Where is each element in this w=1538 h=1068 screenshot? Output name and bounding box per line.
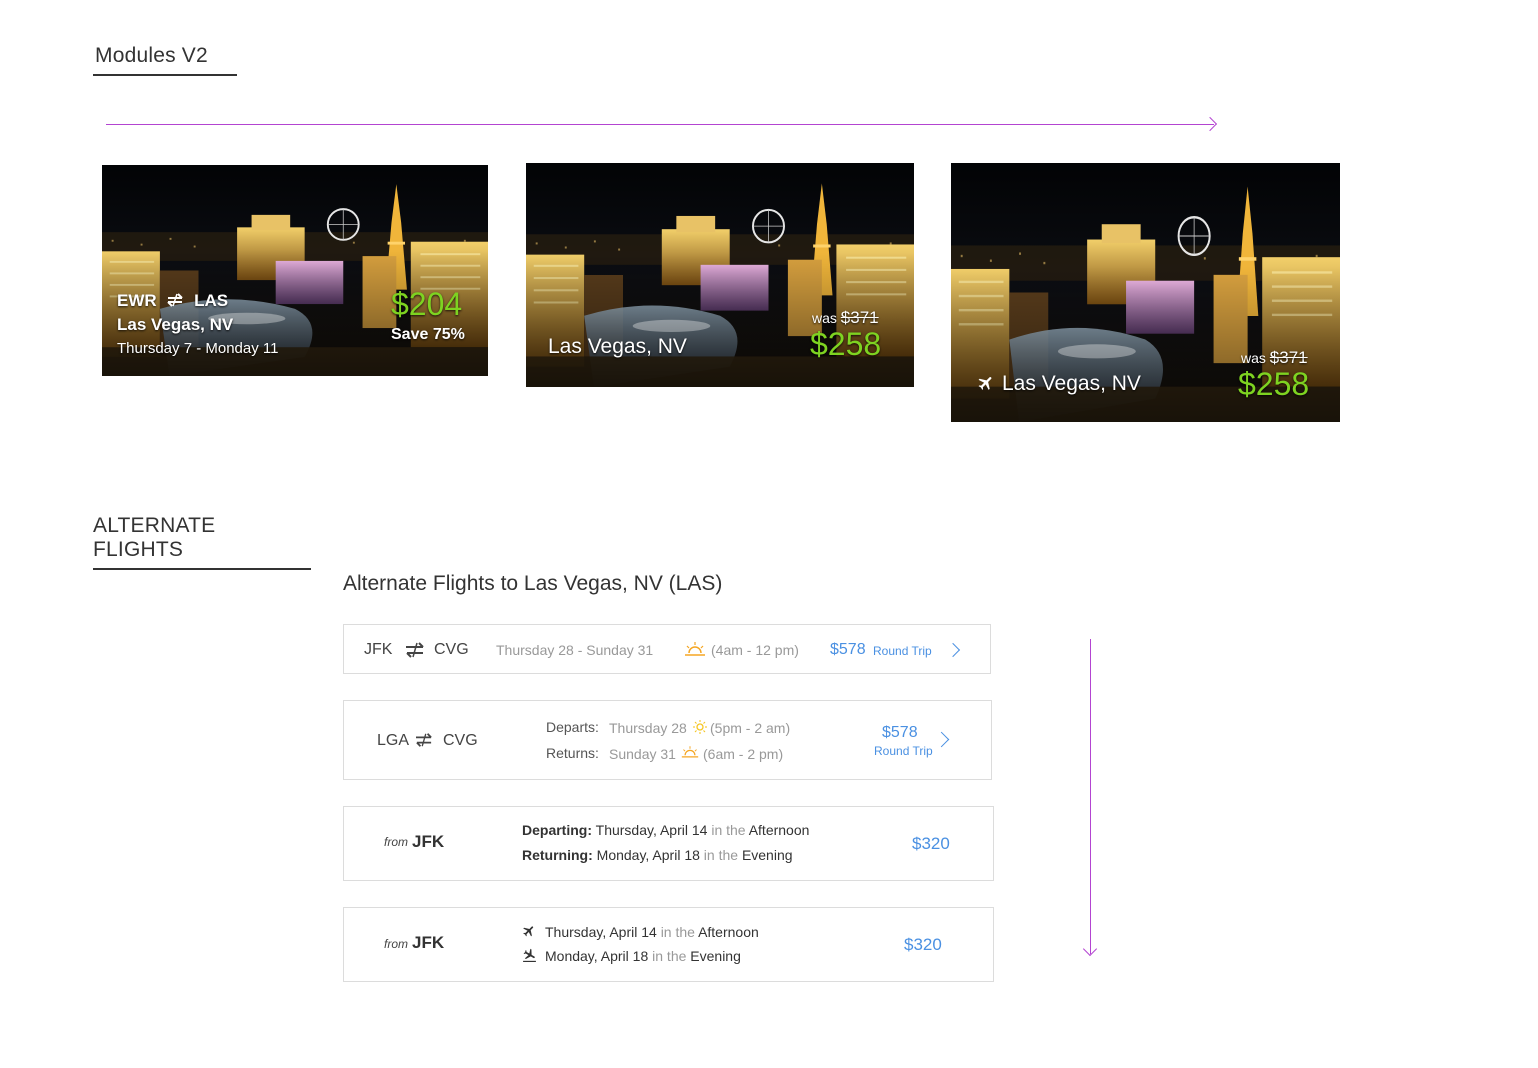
flight-dates: Thursday 28 - Sunday 31 — [496, 642, 654, 658]
destination-card-1[interactable]: EWR LAS Las Vegas, NV Thursday 7 - Monda… — [102, 165, 488, 376]
from-label: from — [384, 937, 408, 951]
alternate-flight-row-2[interactable]: LGA CVG Departs: Thursday 28 (5pm - 2 am… — [343, 700, 992, 780]
airplane-icon — [977, 374, 995, 397]
roundtrip-arrows-icon — [167, 292, 184, 312]
route-line: EWR LAS — [117, 291, 228, 312]
destination-code: CVG — [434, 641, 469, 658]
was-price: $371 — [1269, 348, 1308, 367]
roundtrip-arrows-icon — [415, 732, 433, 753]
card-price: $258 — [810, 326, 882, 362]
horizontal-flow-arrow — [106, 116, 1218, 132]
was-label: was — [1241, 350, 1266, 366]
origin-code: JFK — [364, 641, 393, 658]
flight-price: $320 — [912, 834, 950, 853]
sun-icon — [693, 720, 707, 739]
chevron-right-icon[interactable] — [933, 731, 950, 748]
origin-code: LGA — [377, 732, 410, 749]
return-period: Evening — [690, 948, 741, 964]
return-date: Monday, April 18 — [545, 948, 649, 964]
returning-date: Monday, April 18 — [596, 847, 700, 863]
departing-line: Departing: Thursday, April 14 in the Aft… — [522, 822, 809, 838]
alternate-flight-row-1[interactable]: JFK CVG Thursday 28 - Sunday 31 (4am - 1… — [343, 624, 991, 674]
departing-period: Afternoon — [748, 822, 810, 838]
landing-icon — [522, 948, 537, 967]
time-window: (4am - 12 pm) — [711, 642, 799, 658]
alternate-section-title: ALTERNATE FLIGHTS — [93, 514, 311, 570]
return-line: Monday, April 18 in the Evening — [545, 948, 741, 964]
card-city: Las Vegas, NV — [117, 315, 234, 334]
departs-label: Departs: — [546, 719, 599, 735]
alternate-flight-row-3[interactable]: from JFK Departing: Thursday, April 14 i… — [343, 806, 994, 881]
takeoff-icon — [522, 924, 536, 943]
departs-time: (5pm - 2 am) — [710, 720, 791, 736]
in-the-text: in the — [660, 924, 695, 940]
vertical-flow-arrow — [1082, 639, 1098, 957]
card-city: Las Vegas, NV — [1002, 372, 1141, 395]
card-savings: Save 75% — [391, 326, 465, 343]
destination-code: LAS — [194, 291, 229, 310]
depart-line: Thursday, April 14 in the Afternoon — [545, 924, 759, 940]
from-label: from — [384, 835, 408, 849]
alternate-flights-heading: Alternate Flights to Las Vegas, NV (LAS) — [343, 572, 723, 595]
departing-date: Thursday, April 14 — [595, 822, 708, 838]
destination-card-3[interactable]: Las Vegas, NV was $371 $258 — [951, 163, 1340, 422]
origin-code: JFK — [412, 933, 445, 952]
origin-code: JFK — [412, 832, 445, 851]
returns-time: (6am - 2 pm) — [703, 746, 784, 762]
returning-period: Evening — [741, 847, 793, 863]
departing-label: Departing: — [522, 822, 592, 838]
arrow-head-icon — [1202, 116, 1218, 132]
was-price: $371 — [840, 308, 879, 327]
depart-date: Thursday, April 14 — [545, 924, 657, 940]
flight-price: $320 — [904, 935, 942, 954]
in-the-text: in the — [703, 847, 739, 863]
trip-type: Round Trip — [873, 644, 932, 658]
depart-period: Afternoon — [698, 924, 759, 940]
card-price: $258 — [1238, 366, 1310, 402]
in-the-text: in the — [711, 822, 746, 838]
sunrise-icon — [684, 641, 706, 662]
was-price-line: was $371 — [1241, 348, 1308, 368]
returns-day: Sunday 31 — [609, 746, 676, 762]
flight-price: $578 — [830, 641, 866, 658]
origin-code: EWR — [117, 291, 157, 310]
sunrise-icon — [681, 745, 699, 764]
flight-price: $578 — [882, 724, 918, 741]
modules-section-title: Modules V2 — [93, 44, 237, 76]
card-dates: Thursday 7 - Monday 11 — [117, 340, 279, 357]
trip-type: Round Trip — [874, 744, 933, 758]
card-city: Las Vegas, NV — [548, 335, 687, 358]
was-price-line: was $371 — [812, 308, 879, 328]
chevron-right-icon[interactable] — [945, 642, 961, 658]
was-label: was — [812, 310, 837, 326]
departs-day: Thursday 28 — [609, 720, 687, 736]
in-the-text: in the — [652, 948, 687, 964]
returning-label: Returning: — [522, 847, 593, 863]
card-price: $204 — [391, 286, 463, 322]
returning-line: Returning: Monday, April 18 in the Eveni… — [522, 847, 793, 863]
destination-card-2[interactable]: Las Vegas, NV was $371 $258 — [526, 163, 914, 387]
roundtrip-arrows-icon — [405, 641, 425, 664]
destination-code: CVG — [443, 732, 478, 749]
arrow-head-icon — [1082, 941, 1098, 957]
alternate-flight-row-4[interactable]: from JFK Thursday, April 14 in the After… — [343, 907, 994, 982]
returns-label: Returns: — [546, 745, 599, 761]
